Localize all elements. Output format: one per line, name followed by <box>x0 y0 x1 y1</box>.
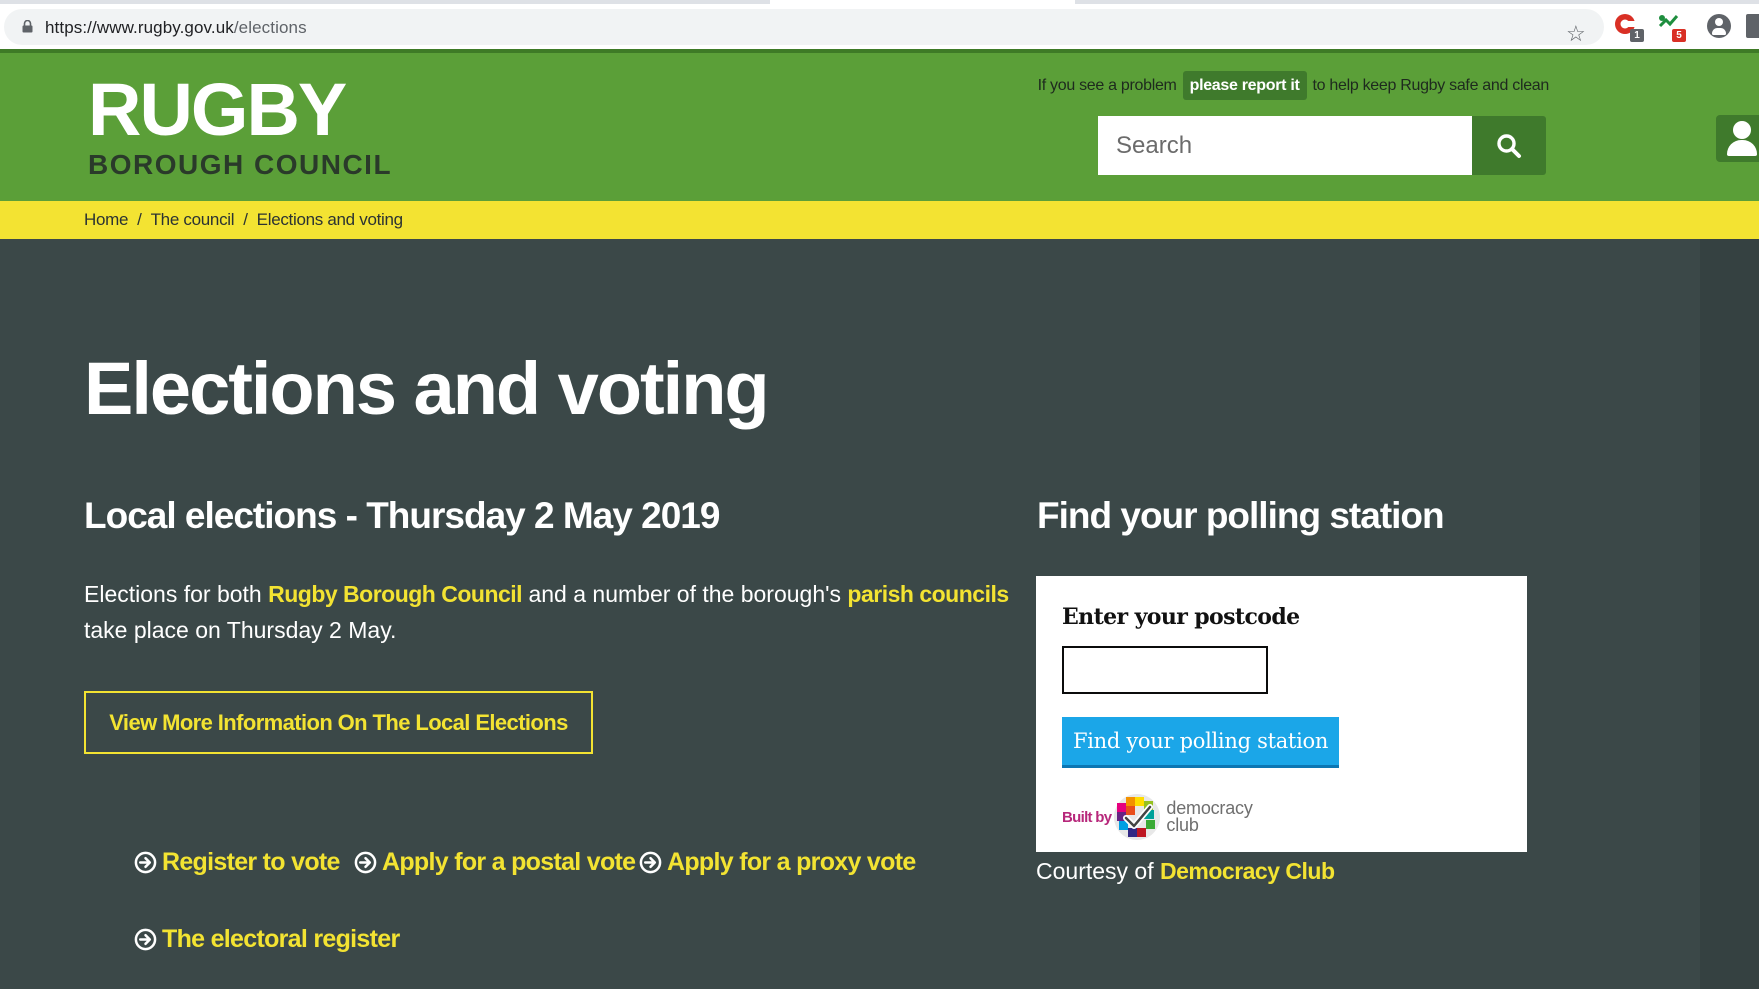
address-bar[interactable]: https://www.rugby.gov.uk/elections ☆ <box>4 9 1604 45</box>
url-text[interactable]: https://www.rugby.gov.uk/elections <box>45 18 307 38</box>
quick-link-label: The electoral register <box>162 925 400 953</box>
quick-link-label: Register to vote <box>162 848 340 876</box>
browser-toolbar: https://www.rugby.gov.uk/elections ☆ 1 5 <box>0 0 1759 52</box>
extension-icon[interactable]: 5 <box>1656 12 1686 42</box>
logo-title[interactable]: RUGBY <box>88 73 347 147</box>
quick-link-label: Apply for a postal vote <box>382 848 636 876</box>
report-suffix: to help keep Rugby safe and clean <box>1312 77 1550 94</box>
register-to-vote-link[interactable]: Register to vote <box>134 848 340 877</box>
parish-councils-link[interactable]: parish councils <box>847 581 1009 607</box>
intro-paragraph: Elections for both Rugby Borough Council… <box>84 576 1009 648</box>
report-button[interactable]: please report it <box>1182 71 1307 100</box>
rugby-borough-council-link[interactable]: Rugby Borough Council <box>268 581 522 607</box>
proxy-vote-link[interactable]: Apply for a proxy vote <box>639 848 916 877</box>
arrow-circle-right-icon <box>639 851 662 874</box>
arrow-circle-right-icon <box>354 851 377 874</box>
search-icon <box>1497 133 1521 158</box>
democracy-club-logo-icon <box>1114 794 1161 840</box>
lock-icon[interactable] <box>22 20 33 33</box>
breadcrumb-separator: / <box>243 210 248 229</box>
menu-edge[interactable] <box>1746 14 1759 38</box>
polling-heading: Find your polling station <box>1037 495 1445 536</box>
report-prefix: If you see a problem <box>1037 77 1177 94</box>
arrow-circle-right-icon <box>134 851 157 874</box>
democracy-club-link[interactable]: Democracy Club <box>1160 858 1335 884</box>
courtesy-text: Courtesy of Democracy Club <box>1036 858 1335 885</box>
intro-text: take place on Thursday 2 May. <box>84 617 397 643</box>
breadcrumb: Home / The council / Elections and voting <box>0 201 1759 239</box>
logo-subtitle[interactable]: BOROUGH COUNCIL <box>88 151 392 179</box>
intro-text: Elections for both <box>84 581 269 607</box>
more-info-button[interactable]: View More Information On The Local Elect… <box>84 691 593 754</box>
dc-line2: club <box>1166 815 1199 835</box>
democracy-club-wordmark: democracy club <box>1166 799 1252 835</box>
profile-icon[interactable] <box>1707 14 1731 38</box>
right-edge-strip <box>1700 239 1759 989</box>
postcode-input[interactable] <box>1062 646 1268 694</box>
report-banner: If you see a problem please report it to h… <box>1038 71 1549 101</box>
bookmark-star-icon[interactable]: ☆ <box>1566 23 1586 45</box>
built-by-democracy-club[interactable]: Built by democracy club <box>1062 792 1253 842</box>
url-host: https://www.rugby.gov.uk <box>45 18 234 37</box>
search-input[interactable] <box>1098 116 1472 175</box>
built-by-label: Built by <box>1062 808 1112 826</box>
breadcrumb-the-council[interactable]: The council <box>151 210 235 229</box>
breadcrumb-home[interactable]: Home <box>84 210 128 229</box>
site-header: RUGBY BOROUGH COUNCIL If you see a probl… <box>0 53 1759 201</box>
courtesy-prefix: Courtesy of <box>1036 858 1160 884</box>
postal-vote-link[interactable]: Apply for a postal vote <box>354 848 636 877</box>
extension-icon[interactable]: 1 <box>1614 12 1644 42</box>
arrow-circle-right-icon <box>134 928 157 951</box>
find-polling-station-button[interactable]: Find your polling station <box>1062 717 1339 768</box>
polling-station-widget: Enter your postcode Find your polling st… <box>1036 576 1527 852</box>
search-button[interactable] <box>1472 116 1546 175</box>
user-icon[interactable] <box>1716 115 1759 162</box>
breadcrumb-separator: / <box>137 210 142 229</box>
electoral-register-link[interactable]: The electoral register <box>134 925 400 954</box>
page-title: Elections and voting <box>84 347 770 430</box>
extension-badge: 1 <box>1630 29 1644 42</box>
intro-text: and a number of the borough's <box>522 581 848 607</box>
section-heading: Local elections - Thursday 2 May 2019 <box>84 495 720 536</box>
breadcrumb-current: Elections and voting <box>256 210 403 229</box>
active-tab-indicator <box>770 0 1075 4</box>
extension-badge: 5 <box>1672 29 1686 42</box>
quick-link-label: Apply for a proxy vote <box>667 848 916 876</box>
url-path: /elections <box>233 18 307 37</box>
postcode-label: Enter your postcode <box>1062 604 1300 630</box>
tab-strip <box>0 0 1759 4</box>
